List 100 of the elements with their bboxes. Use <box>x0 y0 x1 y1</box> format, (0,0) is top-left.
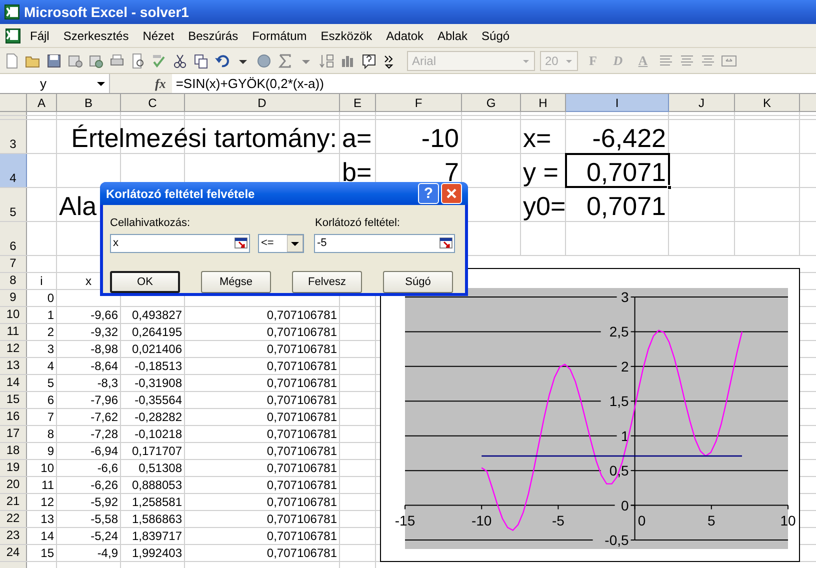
column-header[interactable]: B <box>57 94 121 112</box>
insert-function-button[interactable]: fx <box>155 74 166 94</box>
cell-value: -6,422 <box>592 125 666 153</box>
menu-item[interactable]: Nézet <box>136 26 180 44</box>
column-header[interactable]: G <box>462 94 521 112</box>
constraint-field[interactable]: -5 <box>314 234 455 252</box>
merge-center-icon[interactable] <box>721 52 737 68</box>
row-header[interactable]: 17 <box>0 426 27 442</box>
x-tick-label: -5 <box>552 512 564 528</box>
row-header[interactable]: 22 <box>0 511 27 527</box>
select-all-corner[interactable] <box>0 94 27 112</box>
cell-value: -7,62 <box>90 411 118 425</box>
align-right-icon[interactable] <box>700 52 716 68</box>
cell-value: 0,707106781 <box>266 547 337 561</box>
align-left-icon[interactable] <box>658 52 674 68</box>
row-header[interactable]: 18 <box>0 443 27 459</box>
column-header[interactable]: E <box>340 94 376 112</box>
cell-value: 0,707106781 <box>266 479 337 493</box>
row-header[interactable]: 3 <box>0 120 27 153</box>
dropdown-arrow-icon[interactable] <box>97 80 105 88</box>
close-button[interactable] <box>441 183 462 204</box>
row-header[interactable]: 20 <box>0 477 27 493</box>
cell-value: 2 <box>47 326 54 340</box>
help-icon[interactable] <box>361 52 377 68</box>
cell-value: 0 <box>47 292 54 306</box>
column-header[interactable]: H <box>521 94 566 112</box>
cell-value: -6,94 <box>90 445 118 459</box>
row-header[interactable]: 6 <box>0 222 27 255</box>
row-header[interactable]: 16 <box>0 409 27 425</box>
row-header[interactable]: 7 <box>0 256 27 272</box>
menu-item[interactable]: Beszúrás <box>182 26 244 44</box>
row-header[interactable] <box>0 112 27 115</box>
formula-input[interactable]: =SIN(x)+GYÖK(0,2*(x-a)) <box>172 74 816 93</box>
dialog-title: Korlátozó feltétel felvétele <box>106 186 256 202</box>
row-header[interactable]: 14 <box>0 375 27 391</box>
dialog-button[interactable]: Mégse <box>201 271 271 293</box>
row-header[interactable]: 5 <box>0 188 27 221</box>
row-header[interactable]: 24 <box>0 545 27 561</box>
menu-item[interactable]: Fájl <box>24 26 56 44</box>
menu-item[interactable]: Ablak <box>432 26 474 44</box>
column-header[interactable]: F <box>376 94 462 112</box>
cell-value: i <box>40 275 43 289</box>
undo-icon[interactable] <box>214 52 230 68</box>
cell-value: -9,32 <box>90 326 118 340</box>
cell-value: -6,6 <box>97 462 118 476</box>
row-header[interactable]: 8 <box>0 273 27 289</box>
print-icon[interactable] <box>109 52 125 68</box>
new-document-icon[interactable] <box>4 52 20 68</box>
save-icon[interactable] <box>46 52 62 68</box>
dropdown-arrow-icon[interactable] <box>287 234 303 252</box>
name-box[interactable]: y <box>0 74 110 93</box>
help-button[interactable]: ? <box>418 183 439 204</box>
menu-item[interactable]: Szerkesztés <box>57 26 135 44</box>
combo-value: Arial <box>412 52 436 70</box>
print-preview-icon[interactable] <box>130 52 146 68</box>
column-header[interactable]: I <box>566 94 669 112</box>
menu-item[interactable]: Formátum <box>246 26 313 44</box>
row-header[interactable]: 23 <box>0 528 27 544</box>
copy-icon[interactable] <box>193 52 209 68</box>
x-tick-label: 0 <box>638 512 646 528</box>
cell-value: -8,3 <box>97 377 118 391</box>
column-header[interactable]: J <box>669 94 735 112</box>
cell-value: 11 <box>42 479 54 493</box>
collapse-dialog-icon[interactable] <box>234 237 248 249</box>
operator-dropdown[interactable]: <= <box>258 234 304 252</box>
cell-value: 15 <box>40 547 54 561</box>
fill-handle[interactable] <box>667 185 672 190</box>
dialog-button[interactable]: Felvesz <box>292 271 362 293</box>
row-header[interactable]: 9 <box>0 290 27 306</box>
cell-value: -0,28282 <box>134 411 182 425</box>
row-header[interactable]: 21 <box>0 494 27 510</box>
dialog-button[interactable]: OK <box>110 271 180 293</box>
row-header[interactable]: 4 <box>0 154 27 187</box>
row-header[interactable]: 11 <box>0 324 27 340</box>
cell-value: 0,707106781 <box>266 530 337 544</box>
workbook-icon[interactable] <box>4 26 22 44</box>
cell-reference-field[interactable]: x <box>110 234 250 252</box>
row-header[interactable]: 19 <box>0 460 27 476</box>
row-header[interactable]: 13 <box>0 358 27 374</box>
sum-icon[interactable] <box>277 52 293 68</box>
column-header[interactable]: C <box>121 94 185 112</box>
row-header[interactable]: 10 <box>0 307 27 323</box>
row-header[interactable]: 15 <box>0 392 27 408</box>
menu-item[interactable]: Eszközök <box>314 26 378 44</box>
menu-item[interactable]: Adatok <box>380 26 430 44</box>
column-header[interactable]: K <box>735 94 800 112</box>
sort-ascending-icon[interactable] <box>319 52 335 68</box>
column-header[interactable]: A <box>27 94 57 112</box>
column-header[interactable]: D <box>185 94 340 112</box>
align-center-icon[interactable] <box>679 52 695 68</box>
menu-item[interactable]: Súgó <box>476 26 516 44</box>
cell-value: Ala <box>59 193 97 221</box>
cut-icon[interactable] <box>172 52 188 68</box>
row-header[interactable]: 12 <box>0 341 27 357</box>
spelling-icon[interactable] <box>151 52 167 68</box>
cell-value: 0,264195 <box>132 326 182 340</box>
collapse-dialog-icon[interactable] <box>439 237 453 249</box>
column-header[interactable] <box>800 94 816 112</box>
x-tick-label: 10 <box>780 512 796 528</box>
dialog-button[interactable]: Súgó <box>383 271 453 293</box>
